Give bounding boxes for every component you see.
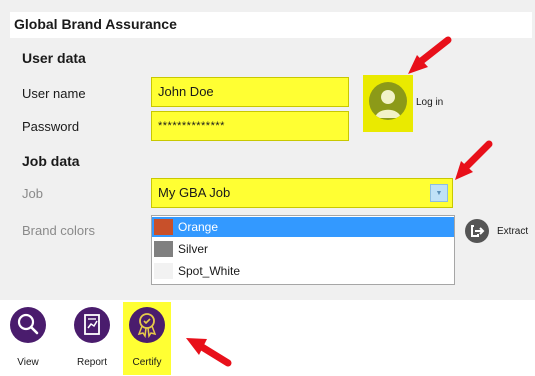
report-icon[interactable]: [74, 307, 110, 343]
certify-badge-icon[interactable]: [129, 307, 165, 343]
color-swatch: [154, 241, 173, 257]
report-button[interactable]: Report: [70, 357, 114, 368]
app-title: Global Brand Assurance: [14, 16, 177, 32]
brand-colors-label: Brand colors: [22, 223, 95, 238]
list-item[interactable]: Orange: [152, 217, 454, 237]
job-label: Job: [22, 186, 43, 201]
username-field[interactable]: John Doe: [151, 77, 349, 107]
list-item[interactable]: Silver: [152, 239, 454, 259]
brand-colors-list[interactable]: Orange Silver Spot_White: [151, 215, 455, 285]
password-label: Password: [22, 119, 80, 134]
list-item-label: Orange: [178, 220, 219, 234]
job-select[interactable]: My GBA Job ▼: [151, 178, 453, 208]
color-swatch: [154, 263, 173, 279]
magnifier-icon[interactable]: [10, 307, 46, 343]
list-item-label: Spot_White: [178, 264, 241, 278]
password-field[interactable]: **************: [151, 111, 349, 141]
list-item[interactable]: Spot_White: [152, 261, 454, 281]
login-label[interactable]: Log in: [416, 97, 443, 108]
view-button[interactable]: View: [6, 357, 50, 368]
user-data-heading: User data: [22, 50, 86, 66]
user-avatar-icon[interactable]: [369, 82, 407, 120]
job-data-heading: Job data: [22, 153, 80, 169]
list-item-label: Silver: [178, 242, 209, 256]
color-swatch: [154, 219, 173, 235]
extract-icon[interactable]: [465, 219, 489, 243]
extract-label[interactable]: Extract: [497, 226, 535, 237]
dropdown-chevron-icon[interactable]: ▼: [430, 184, 448, 202]
certify-button[interactable]: Certify: [125, 357, 169, 368]
username-label: User name: [22, 86, 86, 101]
job-select-value: My GBA Job: [158, 185, 231, 200]
